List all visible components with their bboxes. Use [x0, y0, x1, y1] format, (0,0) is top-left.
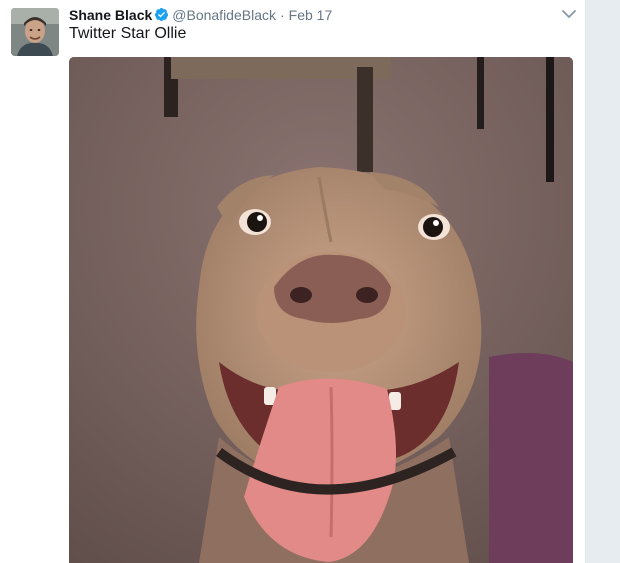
tweet-photo[interactable] [69, 57, 573, 563]
verified-badge-icon [154, 7, 169, 22]
tweet-header: Shane Black @BonafideBlack · Feb 17 [69, 6, 332, 24]
tweet-card[interactable]: Shane Black @BonafideBlack · Feb 17 Twitter… [0, 0, 586, 563]
avatar[interactable] [11, 8, 59, 56]
chevron-down-icon[interactable] [561, 7, 577, 21]
tweet-text: Twitter Star Ollie [69, 25, 187, 42]
author-screen-name[interactable]: @BonafideBlack [172, 7, 276, 23]
header-separator: · [279, 7, 285, 23]
dog-photo-illustration [69, 57, 573, 563]
avatar-image [11, 8, 59, 56]
tweet-timestamp[interactable]: Feb 17 [289, 7, 333, 23]
author-display-name[interactable]: Shane Black [69, 7, 152, 23]
